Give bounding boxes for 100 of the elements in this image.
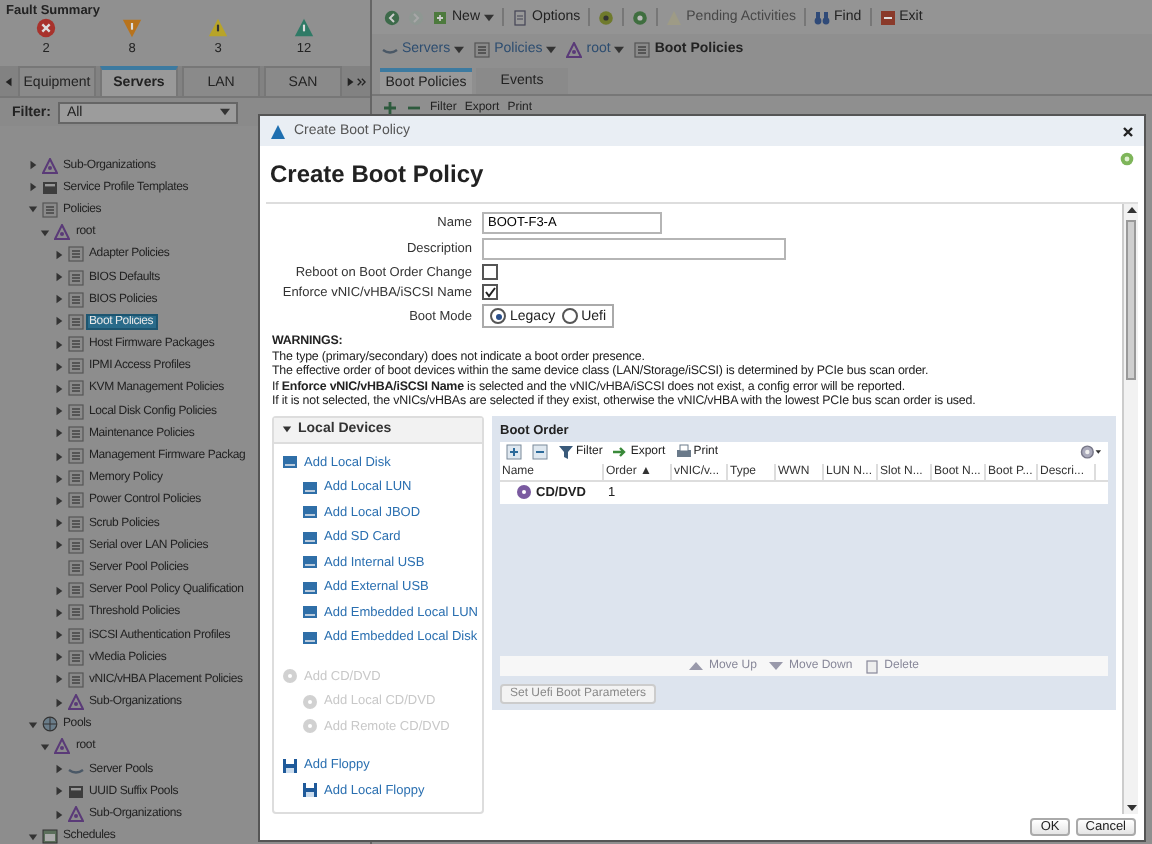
collapsed-arrow-icon[interactable] xyxy=(27,182,37,193)
disc-icon xyxy=(302,718,318,735)
dialog-heading: Create Boot Policy xyxy=(270,160,484,188)
description-input[interactable] xyxy=(482,238,786,260)
filter-icon xyxy=(558,444,574,461)
policy-icon xyxy=(67,470,83,487)
exit-icon xyxy=(879,9,896,25)
checkbox[interactable] xyxy=(482,284,498,300)
collapsed-arrow-icon[interactable] xyxy=(53,339,63,350)
disc-icon xyxy=(302,693,318,710)
collapsed-arrow-icon[interactable] xyxy=(53,652,63,663)
critical-fault-icon[interactable] xyxy=(36,18,56,38)
collapsed-arrow-icon[interactable] xyxy=(53,764,63,775)
expanded-arrow-icon[interactable] xyxy=(282,424,292,435)
collapsed-arrow-icon[interactable] xyxy=(53,294,63,305)
scroll-down-icon[interactable] xyxy=(1125,802,1137,814)
scroll-up-icon[interactable] xyxy=(1125,204,1137,216)
scroll-left-icon[interactable] xyxy=(4,75,14,87)
policy-icon xyxy=(67,336,83,353)
policy-icon xyxy=(67,649,83,666)
policy-icon xyxy=(67,358,83,375)
policy-icon xyxy=(67,291,83,308)
policy-icon xyxy=(67,671,83,688)
caret-icon xyxy=(454,45,465,53)
collapsed-arrow-icon[interactable] xyxy=(53,786,63,797)
policy-icon xyxy=(634,41,651,57)
down-triangle-icon xyxy=(768,657,785,674)
policy-icon xyxy=(67,515,83,532)
collapsed-arrow-icon[interactable] xyxy=(53,473,63,484)
scrollbar[interactable] xyxy=(1122,204,1138,814)
collapsed-arrow-icon[interactable] xyxy=(53,406,63,417)
minor-fault-icon[interactable] xyxy=(208,18,228,38)
collapsed-arrow-icon[interactable] xyxy=(53,697,63,708)
back-button[interactable] xyxy=(384,9,400,25)
caret-icon xyxy=(220,108,230,116)
collapsed-arrow-icon[interactable] xyxy=(53,607,63,618)
radio-button[interactable] xyxy=(561,308,578,324)
toolbar-icon-button[interactable] xyxy=(632,9,649,25)
collapsed-arrow-icon[interactable] xyxy=(53,451,63,462)
checkbox[interactable] xyxy=(482,264,498,280)
collapsed-arrow-icon[interactable] xyxy=(53,495,63,506)
warning-fault-icon[interactable] xyxy=(294,18,314,38)
collapsed-arrow-icon[interactable] xyxy=(53,674,63,685)
policy-icon xyxy=(67,627,83,644)
collapsed-arrow-icon[interactable] xyxy=(53,383,63,394)
collapsed-arrow-icon[interactable] xyxy=(27,160,37,171)
org-icon xyxy=(566,41,583,57)
collapsed-arrow-icon[interactable] xyxy=(53,518,63,529)
policy-icon xyxy=(67,425,83,442)
document-icon xyxy=(512,9,529,25)
info-circle-icon xyxy=(632,9,649,25)
policy-icon xyxy=(67,537,83,554)
policy-icon xyxy=(474,41,491,57)
collapsed-arrow-icon[interactable] xyxy=(53,585,63,596)
policy-icon xyxy=(41,201,57,218)
back-arrow-icon xyxy=(384,9,400,25)
collapsed-arrow-icon[interactable] xyxy=(53,249,63,260)
settings-icon[interactable] xyxy=(1080,444,1102,461)
disc-icon xyxy=(282,668,298,685)
template-icon xyxy=(41,179,57,196)
status-circle-icon xyxy=(598,9,615,25)
help-icon[interactable] xyxy=(1120,152,1134,166)
plus-square-icon xyxy=(432,9,448,25)
policy-icon xyxy=(67,313,83,330)
toolbar-icon-button[interactable] xyxy=(598,9,615,25)
close-icon[interactable] xyxy=(1122,125,1134,137)
org-icon xyxy=(54,738,70,755)
forward-arrow-icon xyxy=(408,9,424,25)
policy-icon xyxy=(67,380,83,397)
move-up-icon[interactable] xyxy=(506,444,522,461)
org-icon xyxy=(54,224,70,241)
major-fault-icon[interactable] xyxy=(122,18,142,38)
export-icon xyxy=(612,444,629,461)
policy-icon xyxy=(67,403,83,420)
collapsed-arrow-icon[interactable] xyxy=(53,361,63,372)
move-down-icon[interactable] xyxy=(532,444,548,461)
collapsed-arrow-icon[interactable] xyxy=(53,428,63,439)
up-triangle-icon xyxy=(688,657,705,674)
policy-icon xyxy=(67,582,83,599)
floppy-icon xyxy=(302,782,318,799)
policy-icon xyxy=(67,246,83,263)
collapsed-arrow-icon[interactable] xyxy=(53,540,63,551)
org-icon xyxy=(41,157,57,174)
org-icon xyxy=(67,806,83,823)
caret-icon xyxy=(484,13,495,21)
template-icon xyxy=(67,783,83,800)
radio-button[interactable] xyxy=(490,308,506,324)
collapsed-arrow-icon[interactable] xyxy=(53,316,63,327)
caret-icon xyxy=(546,45,557,53)
collapsed-arrow-icon[interactable] xyxy=(53,630,63,641)
scroll-right-icon[interactable] xyxy=(346,75,366,87)
caret-icon xyxy=(614,45,625,53)
add-icon[interactable] xyxy=(382,100,398,116)
collapsed-arrow-icon[interactable] xyxy=(53,809,63,820)
policy-icon xyxy=(67,604,83,621)
policy-icon xyxy=(67,269,83,286)
policy-icon xyxy=(67,559,83,576)
policy-icon xyxy=(67,448,83,465)
floppy-icon xyxy=(282,757,298,774)
collapsed-arrow-icon[interactable] xyxy=(53,272,63,283)
